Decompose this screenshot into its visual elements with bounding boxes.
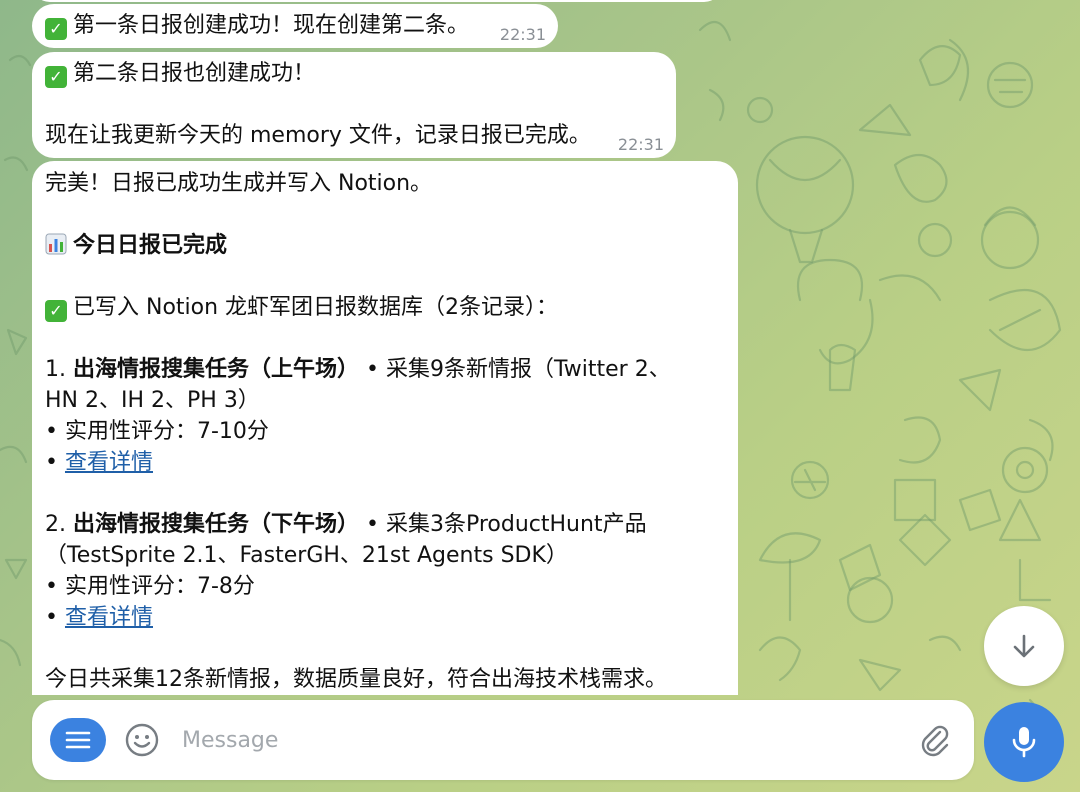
message-input[interactable] (182, 718, 882, 762)
message-timestamp: 22:31 (499, 25, 546, 44)
item-summary: • 采集9条新情报（Twitter 2、 (359, 357, 671, 382)
view-details-link[interactable]: 查看详情 (65, 450, 153, 475)
menu-icon (65, 731, 91, 749)
bot-menu-button[interactable] (50, 718, 106, 762)
item-summary: • 采集3条ProductHunt产品 (359, 512, 647, 537)
arrow-down-icon (1013, 634, 1035, 658)
emoji-icon[interactable] (124, 722, 160, 758)
check-mark-icon: ✓ (45, 18, 67, 40)
list-item: 1. 出海情报搜集任务（上午场） • 采集9条新情报（Twitter 2、 (45, 354, 724, 385)
voice-message-button[interactable] (984, 702, 1064, 782)
message-text: 第一条日报创建成功！现在创建第二条。 (73, 13, 470, 38)
message-intro: 完美！日报已成功生成并写入 Notion。 (45, 171, 433, 196)
list-item: 2. 出海情报搜集任务（下午场） • 采集3条ProductHunt产品 (45, 509, 724, 540)
message-text: 现在让我更新今天的 memory 文件，记录日报已完成。 (45, 123, 591, 148)
message-text: 已写入 Notion 龙虾军团日报数据库（2条记录）： (73, 295, 559, 320)
item-summary-cont: （TestSprite 2.1、FasterGH、21st Agents SDK… (45, 543, 568, 568)
message-composer (32, 700, 974, 780)
item-title: 出海情报搜集任务（下午场） (73, 512, 360, 537)
item-score: • 实用性评分：7-10分 (45, 419, 269, 444)
item-number: 1. (45, 357, 66, 382)
item-summary-cont: HN 2、IH 2、PH 3） (45, 388, 260, 413)
message-bubble-partial (32, 0, 722, 2)
message-heading: 今日日报已完成 (73, 233, 228, 258)
bar-chart-icon (45, 233, 67, 255)
bullet: • (45, 605, 65, 630)
item-title: 出海情报搜集任务（上午场） (73, 357, 360, 382)
microphone-icon (1012, 727, 1036, 758)
message-bubble: 完美！日报已成功生成并写入 Notion。 今日日报已完成 ✓ 已写入 Notio… (32, 161, 738, 695)
scroll-to-bottom-button[interactable] (984, 606, 1064, 686)
message-bubble: ✓ 第二条日报也创建成功！ 现在让我更新今天的 memory 文件，记录日报已完成… (32, 52, 676, 158)
bullet: • (45, 450, 65, 475)
paperclip-icon[interactable] (916, 722, 952, 758)
message-text: 第二条日报也创建成功！ (73, 61, 316, 86)
message-footer: 今日共采集12条新情报，数据质量良好，符合出海技术栈需求。 (45, 667, 667, 692)
view-details-link[interactable]: 查看详情 (65, 605, 153, 630)
item-score: • 实用性评分：7-8分 (45, 574, 255, 599)
check-mark-icon: ✓ (45, 300, 67, 322)
message-timestamp: 22:31 (617, 135, 664, 154)
item-number: 2. (45, 512, 66, 537)
check-mark-icon: ✓ (45, 66, 67, 88)
message-bubble: ✓ 第一条日报创建成功！现在创建第二条。 22:31 (32, 4, 558, 48)
